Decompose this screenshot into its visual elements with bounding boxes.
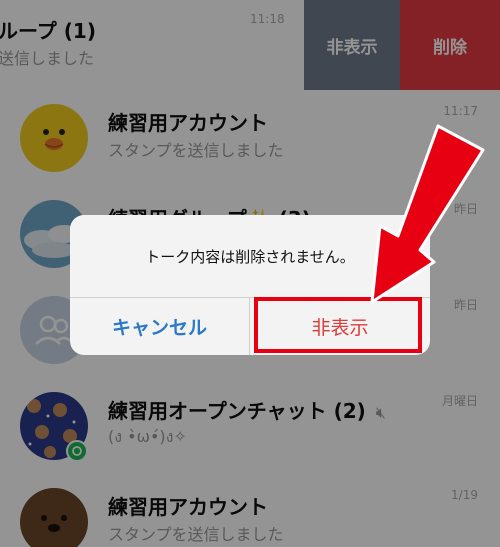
dialog-message: トーク内容は削除されません。 bbox=[145, 247, 355, 266]
annotation-highlight-box bbox=[254, 297, 422, 353]
cancel-button[interactable]: キャンセル bbox=[70, 298, 249, 355]
